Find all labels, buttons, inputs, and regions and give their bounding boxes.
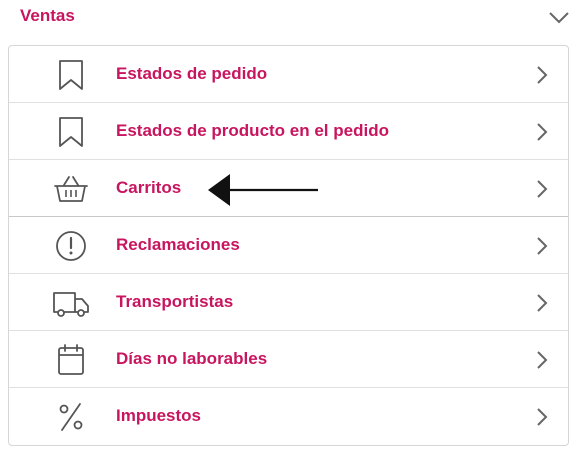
chevron-right-icon	[537, 237, 548, 255]
calendar-icon	[58, 344, 84, 375]
shopping-basket-icon	[54, 176, 88, 202]
menu-item-label: Impuestos	[116, 406, 202, 425]
chevron-right-icon	[537, 351, 548, 369]
chevron-down-icon[interactable]	[548, 9, 570, 25]
percent-icon	[59, 403, 83, 431]
chevron-right-icon	[537, 294, 548, 312]
truck-icon	[53, 292, 89, 317]
chevron-right-icon	[537, 180, 548, 198]
chevron-right-icon	[537, 66, 548, 84]
menu-item-dias-no-laborables[interactable]: Días no laborables	[9, 331, 568, 388]
menu-item-label: Transportistas	[116, 292, 234, 311]
chevron-right-icon	[537, 408, 548, 426]
menu-item-estados-de-producto[interactable]: Estados de producto en el pedido	[9, 103, 568, 160]
menu-item-label: Días no laborables	[116, 349, 268, 368]
menu-item-transportistas[interactable]: Transportistas	[9, 274, 568, 331]
alert-circle-icon	[56, 231, 86, 261]
section-header-ventas[interactable]: Ventas	[0, 0, 579, 36]
bookmark-icon	[59, 60, 83, 90]
bookmark-icon	[59, 117, 83, 147]
chevron-right-icon	[537, 123, 548, 141]
menu-item-estados-de-pedido[interactable]: Estados de pedido	[9, 46, 568, 103]
menu-item-label: Reclamaciones	[116, 235, 240, 254]
menu-item-reclamaciones[interactable]: Reclamaciones	[9, 217, 568, 274]
menu-list: Estados de pedido Estados de producto en…	[8, 45, 569, 446]
section-title: Ventas	[20, 6, 75, 25]
annotation-arrow-icon	[208, 174, 318, 206]
menu-item-impuestos[interactable]: Impuestos	[9, 388, 568, 445]
menu-item-label: Estados de producto en el pedido	[116, 121, 389, 140]
menu-item-label: Carritos	[116, 178, 182, 197]
menu-item-label: Estados de pedido	[116, 64, 268, 83]
